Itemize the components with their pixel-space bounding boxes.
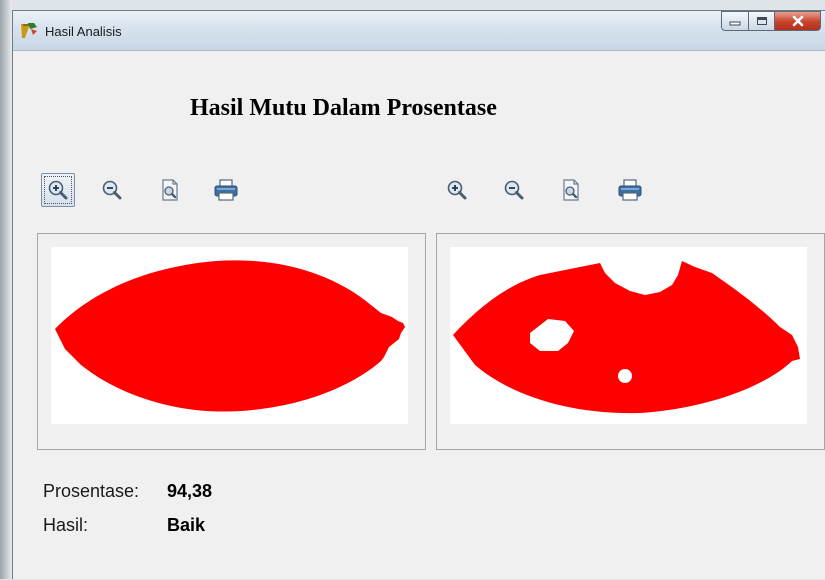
right-leaf-mask <box>453 261 800 414</box>
minimize-icon <box>729 21 741 26</box>
minimize-button[interactable] <box>721 11 749 31</box>
left-leaf-mask <box>55 260 405 412</box>
right-zoom-out-button[interactable] <box>497 173 531 207</box>
left-zoom-in-button[interactable] <box>41 173 75 207</box>
result-label: Hasil: <box>43 515 89 535</box>
left-zoom-page-button[interactable] <box>153 173 187 207</box>
window-title: Hasil Analisis <box>45 24 122 39</box>
printer-icon <box>214 179 238 201</box>
zoom-in-icon <box>48 180 68 200</box>
maximize-button[interactable] <box>749 11 775 31</box>
close-button[interactable] <box>775 11 821 31</box>
left-zoom-out-button[interactable] <box>95 173 129 207</box>
zoom-out-icon <box>102 180 122 200</box>
left-print-button[interactable] <box>209 173 243 207</box>
printer-icon <box>618 179 642 201</box>
right-image-panel <box>436 233 825 450</box>
title-bar[interactable]: Hasil Analisis <box>13 11 825 51</box>
left-image-panel <box>37 233 426 450</box>
background-desktop-strip <box>0 0 12 579</box>
right-image-canvas <box>450 247 807 424</box>
percentage-label: Prosentase: <box>43 481 140 501</box>
caption-buttons <box>721 11 821 33</box>
percentage-value: 94,38 <box>167 481 213 501</box>
zoom-page-icon <box>563 179 579 201</box>
zoom-out-icon <box>504 180 524 200</box>
app-icon <box>19 21 39 41</box>
result-value: Baik <box>167 515 206 535</box>
right-zoom-in-button[interactable] <box>440 173 474 207</box>
zoom-page-icon <box>162 179 178 201</box>
zoom-in-icon <box>447 180 467 200</box>
window-hasil-analisis: Hasil Analisis Hasil Mutu Dalam Prosenta… <box>12 10 825 579</box>
left-image-canvas <box>51 247 408 424</box>
close-icon <box>792 15 803 27</box>
maximize-icon <box>756 17 767 25</box>
right-print-button[interactable] <box>613 173 647 207</box>
page-title: Hasil Mutu Dalam Prosentase <box>190 95 497 121</box>
client-area: Hasil Mutu Dalam Prosentase Prosentase: … <box>13 51 825 580</box>
right-zoom-page-button[interactable] <box>554 173 588 207</box>
